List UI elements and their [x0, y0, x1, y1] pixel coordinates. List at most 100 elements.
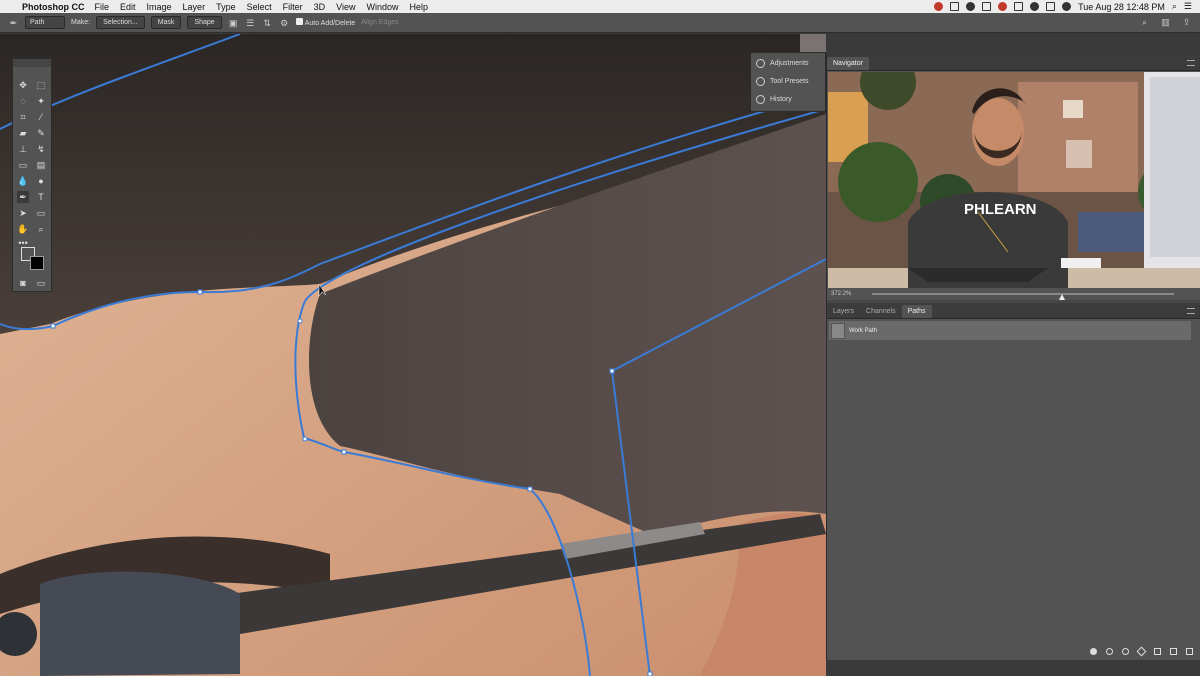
- tool-presets-panel-button[interactable]: Tool Presets: [751, 73, 825, 89]
- adjustments-label: Adjustments: [770, 59, 809, 67]
- make-work-path-icon[interactable]: [1136, 646, 1147, 657]
- document-canvas[interactable]: ✥ ⬚ ◌ ✦ ⌗ ⁄ ▰ ✎ ⊥ ↯ ▭ ▤ 💧 ● ✒ T ➤ ▭ ✋ ⌕ …: [0, 34, 826, 676]
- zoom-tool-icon[interactable]: ⌕: [35, 223, 47, 235]
- wifi-icon[interactable]: [1030, 2, 1040, 11]
- search-icon[interactable]: ⌕: [1139, 17, 1150, 27]
- airplay-icon[interactable]: [1046, 2, 1056, 11]
- blur-tool-icon[interactable]: 💧: [17, 175, 29, 187]
- zoom-slider-thumb[interactable]: [1059, 294, 1065, 300]
- work-path-label: Work Path: [849, 327, 877, 334]
- gear-icon[interactable]: ⚙: [279, 18, 290, 28]
- display-icon[interactable]: [950, 2, 960, 11]
- healing-brush-tool-icon[interactable]: ▰: [17, 127, 29, 139]
- eyedropper-tool-icon[interactable]: ⁄: [35, 111, 47, 123]
- rectangle-tool-icon[interactable]: ▭: [35, 207, 47, 219]
- checkbox-checked-icon: [295, 18, 303, 25]
- paths-panel-footer: [827, 643, 1200, 660]
- history-icon: [756, 94, 765, 104]
- menu-layer[interactable]: Layer: [183, 2, 206, 12]
- brush-tool-icon[interactable]: ✎: [35, 127, 47, 139]
- canvas-image: [0, 34, 826, 676]
- menu-window[interactable]: Window: [366, 2, 398, 12]
- marquee-tool-icon[interactable]: ⬚: [35, 79, 47, 91]
- spotlight-icon[interactable]: ⌕: [1172, 1, 1177, 12]
- crop-tool-icon[interactable]: ⌗: [17, 111, 29, 123]
- adjustments-panel-button[interactable]: Adjustments: [751, 55, 825, 71]
- gradient-tool-icon[interactable]: ▤: [35, 159, 47, 171]
- zoom-slider[interactable]: [872, 293, 1174, 300]
- auto-add-delete-checkbox[interactable]: Auto Add/Delete: [295, 18, 355, 27]
- path-arrangement-icon[interactable]: ⇅: [262, 18, 273, 28]
- zoom-value[interactable]: 372.2%: [831, 291, 851, 297]
- path-selection-tool-icon[interactable]: ➤: [17, 207, 29, 219]
- menu-help[interactable]: Help: [409, 2, 428, 12]
- magic-wand-tool-icon[interactable]: ✦: [35, 95, 47, 107]
- menu-edit[interactable]: Edit: [120, 2, 136, 12]
- adjustments-icon: [756, 58, 765, 68]
- path-thumbnail: [831, 322, 845, 339]
- fill-path-icon[interactable]: [1090, 648, 1097, 655]
- pen-tool-icon[interactable]: ✒: [8, 18, 19, 28]
- clock[interactable]: Tue Aug 28 12:48 PM: [1078, 2, 1165, 12]
- work-path-row[interactable]: Work Path: [829, 321, 1191, 340]
- clone-stamp-tool-icon[interactable]: ⊥: [17, 143, 29, 155]
- menu-select[interactable]: Select: [247, 2, 272, 12]
- tab-channels[interactable]: Channels: [860, 305, 902, 318]
- type-tool-icon[interactable]: T: [35, 191, 47, 203]
- share-icon[interactable]: ⇪: [1181, 17, 1192, 27]
- volume-icon[interactable]: [1062, 2, 1072, 11]
- tab-navigator[interactable]: Navigator: [827, 57, 869, 70]
- make-selection-button[interactable]: Selection...: [96, 16, 145, 29]
- add-mask-icon[interactable]: [1154, 648, 1161, 655]
- workspace-icon[interactable]: ▥: [1160, 17, 1171, 27]
- app-menu[interactable]: Photoshop CC: [22, 2, 85, 12]
- panel-menu-icon[interactable]: [1187, 308, 1195, 314]
- lasso-tool-icon[interactable]: ◌: [17, 95, 29, 107]
- status-icon[interactable]: [934, 2, 944, 11]
- path-alignment-icon[interactable]: ☰: [245, 18, 256, 28]
- history-label: History: [770, 95, 792, 103]
- navigator-thumbnail-image: PHLEARN: [828, 72, 1200, 288]
- navigator-panel: Navigator PHLEARN 372.2%: [827, 55, 1200, 300]
- menu-filter[interactable]: Filter: [283, 2, 303, 12]
- move-tool-icon[interactable]: ✥: [17, 79, 29, 91]
- tools-panel-grip[interactable]: [13, 59, 51, 67]
- menu-3d[interactable]: 3D: [314, 2, 326, 12]
- path-operations-icon[interactable]: ▣: [228, 18, 239, 28]
- tool-mode-select[interactable]: Path: [25, 16, 65, 29]
- history-brush-tool-icon[interactable]: ↯: [35, 143, 47, 155]
- new-path-icon[interactable]: [1170, 648, 1177, 655]
- background-color-swatch[interactable]: [30, 256, 44, 270]
- load-as-selection-icon[interactable]: [1122, 648, 1129, 655]
- lastpass-icon[interactable]: [998, 2, 1008, 11]
- drive-icon[interactable]: [982, 2, 992, 11]
- pen-tool-icon[interactable]: ✒: [17, 191, 29, 203]
- navigator-tabbar: Navigator: [827, 55, 1200, 71]
- menu-file[interactable]: File: [95, 2, 110, 12]
- creative-cloud-icon[interactable]: [966, 2, 976, 11]
- screen-mode-icon[interactable]: ▭: [35, 277, 47, 289]
- tools-panel: ✥ ⬚ ◌ ✦ ⌗ ⁄ ▰ ✎ ⊥ ↯ ▭ ▤ 💧 ● ✒ T ➤ ▭ ✋ ⌕ …: [12, 58, 52, 292]
- make-shape-button[interactable]: Shape: [187, 16, 222, 29]
- panel-menu-icon[interactable]: [1187, 60, 1195, 66]
- tab-paths[interactable]: Paths: [901, 305, 932, 318]
- trash-icon[interactable]: [1186, 648, 1193, 655]
- dodge-tool-icon[interactable]: ●: [35, 175, 47, 187]
- history-panel-button[interactable]: History: [751, 91, 825, 107]
- battery-icon[interactable]: [1014, 2, 1024, 11]
- tab-layers[interactable]: Layers: [827, 305, 860, 318]
- make-mask-button[interactable]: Mask: [150, 16, 182, 29]
- panel-dock: Navigator PHLEARN 372.2% Layers Channels…: [826, 55, 1200, 660]
- menu-type[interactable]: Type: [216, 2, 236, 12]
- quick-mask-icon[interactable]: ◙: [17, 277, 29, 289]
- stroke-path-icon[interactable]: [1106, 648, 1113, 655]
- align-edges-checkbox[interactable]: Align Edges: [361, 19, 398, 26]
- eraser-tool-icon[interactable]: ▭: [17, 159, 29, 171]
- menu-image[interactable]: Image: [147, 2, 172, 12]
- hand-tool-icon[interactable]: ✋: [17, 223, 29, 235]
- color-swatches[interactable]: [21, 247, 47, 273]
- make-label: Make:: [71, 19, 91, 26]
- navigator-thumbnail[interactable]: PHLEARN: [828, 72, 1200, 288]
- notification-center-icon[interactable]: ☰: [1184, 1, 1192, 12]
- menu-view[interactable]: View: [336, 2, 355, 12]
